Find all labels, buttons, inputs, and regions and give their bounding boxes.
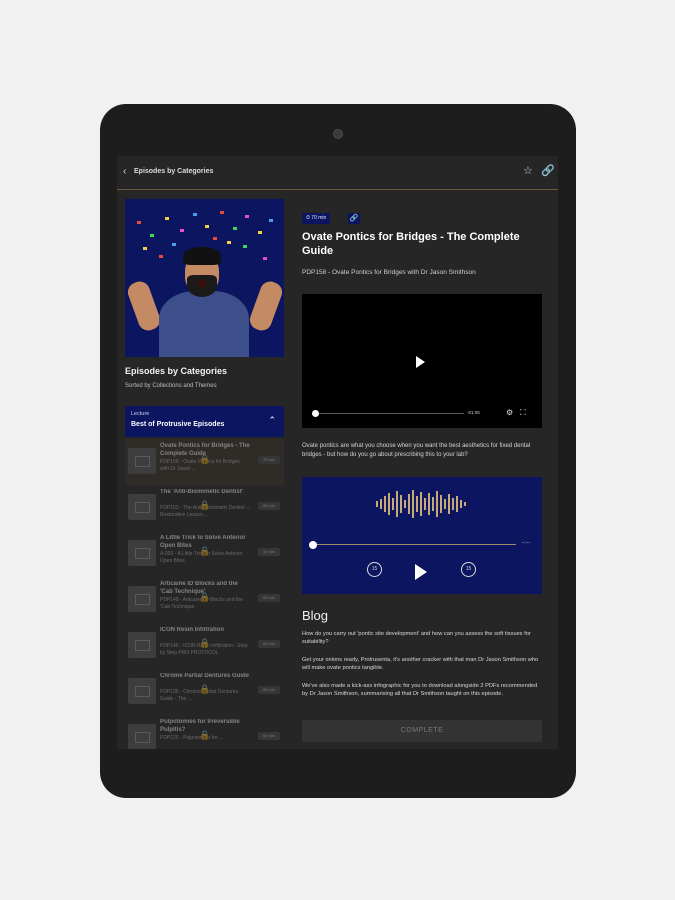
top-bar: ‹ Episodes by Categories ☆ 🔗 [117, 156, 558, 190]
list-item[interactable]: Chrome Partial Dentures Guide PDP136 - C… [125, 669, 284, 715]
episode-list: Ovate Pontics for Bridges - The Complete… [125, 439, 284, 749]
list-item[interactable]: The 'Anti-Biomimetic Dentist' PDP153 - T… [125, 485, 284, 531]
episode-duration: 60 min [258, 732, 280, 740]
lock-icon: 🔒 [199, 592, 211, 602]
list-item[interactable]: ICON Resin Infiltration PDP146 - ICON Re… [125, 623, 284, 669]
lock-icon: 🔒 [199, 684, 211, 694]
episode-thumbnail [128, 540, 156, 566]
episode-duration: 60 min [258, 640, 280, 648]
lock-icon: 🔒 [199, 546, 211, 556]
chevron-left-icon[interactable]: ‹ [123, 166, 126, 177]
episode-title: Chrome Partial Dentures Guide [160, 673, 250, 679]
episode-title-heading: Ovate Pontics for Bridges - The Complete… [302, 231, 520, 257]
list-item[interactable]: A Little Trick to Solve Anterior Open Bi… [125, 531, 284, 577]
collection-title: Episodes by Categories [125, 366, 228, 376]
episode-description: Ovate pontics are what you choose when y… [302, 443, 531, 458]
episode-title: The 'Anti-Biomimetic Dentist' [160, 489, 244, 495]
lock-icon: 🔒 [199, 500, 211, 510]
episode-thumbnail [128, 632, 156, 658]
lock-icon: 🔒 [199, 638, 211, 648]
audio-progress-track[interactable] [314, 544, 516, 545]
list-item[interactable]: Ovate Pontics for Bridges - The Complete… [125, 439, 284, 485]
video-progress-track[interactable] [316, 413, 464, 414]
rewind-15-label: 15 [371, 566, 378, 572]
lock-icon: 🔒 [199, 730, 211, 740]
play-icon[interactable] [416, 356, 425, 368]
collection-cover-image [125, 199, 284, 357]
link-icon[interactable]: 🔗 [348, 213, 360, 224]
audio-time: --:-- [522, 540, 531, 546]
episode-code-subtitle: PDP158 - Ovate Pontics for Bridges with … [302, 269, 476, 276]
episode-duration: 60 min [258, 594, 280, 602]
rewind-15-icon[interactable]: 15 [367, 562, 382, 577]
lock-icon: 🔒 [199, 454, 211, 464]
blog-paragraph: We've also made a kick-ass infographic f… [302, 683, 538, 697]
link-icon[interactable]: 🔗 [541, 164, 555, 177]
duration-badge: ⏱ 70 min [302, 213, 331, 224]
blog-paragraph: Get your onions ready, Protrusenta, it's… [302, 657, 539, 671]
video-player[interactable]: -01:05 ⚙ ⛶ [302, 294, 542, 428]
episode-duration: 15 min [258, 548, 280, 556]
blog-heading: Blog [302, 608, 329, 623]
app-screen: ‹ Episodes by Categories ☆ 🔗 Episodes by… [117, 156, 558, 749]
star-icon[interactable]: ☆ [523, 164, 533, 177]
collection-subtitle: Sorted by Collections and Themes [125, 383, 217, 389]
camera [333, 129, 343, 139]
collection-name: Best of Protrusive Episodes [131, 421, 225, 428]
duration-badge-text: 70 min [311, 215, 327, 221]
complete-button[interactable]: COMPLETE [302, 720, 542, 742]
video-scrubber-handle[interactable] [312, 410, 319, 417]
collection-type-label: Lecture [131, 411, 150, 417]
list-item[interactable]: Articaine ID Blocks and the 'Cab Techniq… [125, 577, 284, 623]
video-time-remaining: -01:05 [467, 410, 480, 415]
audio-scrubber-handle[interactable] [309, 541, 317, 549]
forward-15-label: 15 [465, 566, 472, 572]
collection-accordion-header[interactable]: Lecture Best of Protrusive Episodes ⌃ [125, 406, 284, 437]
episode-thumbnail [128, 586, 156, 612]
forward-15-icon[interactable]: 15 [461, 562, 476, 577]
episode-duration: 60 min [258, 686, 280, 694]
blog-paragraph: How do you carry out 'pontic site develo… [302, 631, 531, 645]
page-title: Episodes by Categories [134, 168, 214, 175]
waveform-graphic [376, 490, 466, 518]
episode-title: ICON Resin Infiltration [160, 627, 225, 633]
episode-thumbnail [128, 448, 156, 474]
settings-icon[interactable]: ⚙ [506, 408, 513, 417]
chevron-up-icon[interactable]: ⌃ [268, 415, 276, 426]
audio-player[interactable]: --:-- 15 15 [302, 477, 542, 594]
list-item[interactable]: Pulpotomies for Irreversible Pulpitis? P… [125, 715, 284, 749]
episode-duration: 70 min [258, 456, 280, 464]
episode-duration: 60 min [258, 502, 280, 510]
episode-thumbnail [128, 494, 156, 520]
episode-thumbnail [128, 678, 156, 704]
episode-thumbnail [128, 724, 156, 749]
tablet-frame: ‹ Episodes by Categories ☆ 🔗 Episodes by… [100, 104, 576, 798]
fullscreen-icon[interactable]: ⛶ [520, 408, 526, 418]
play-icon[interactable] [415, 564, 427, 580]
